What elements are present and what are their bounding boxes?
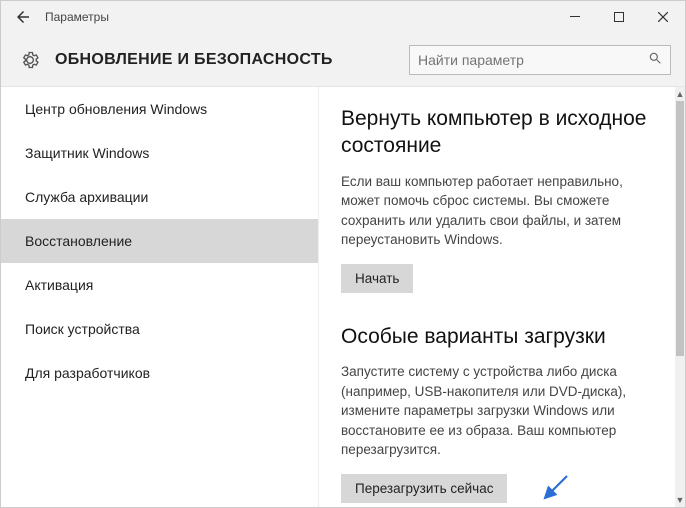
advstartup-heading: Особые варианты загрузки [341, 323, 653, 350]
close-icon [658, 12, 668, 22]
vertical-scrollbar[interactable]: ▲ ▼ [675, 87, 685, 507]
sidebar-item-backup[interactable]: Служба архивации [1, 175, 318, 219]
section-reset-pc: Вернуть компьютер в исходное состояние Е… [341, 105, 653, 293]
sidebar-item-label: Восстановление [25, 233, 132, 249]
sidebar-item-find-device[interactable]: Поиск устройства [1, 307, 318, 351]
close-button[interactable] [641, 1, 685, 33]
window-controls [553, 1, 685, 33]
search-icon [648, 51, 662, 68]
sidebar-item-windows-update[interactable]: Центр обновления Windows [1, 87, 318, 131]
scroll-track[interactable] [675, 101, 685, 493]
restart-now-button[interactable]: Перезагрузить сейчас [341, 474, 507, 503]
titlebar: Параметры [1, 1, 685, 33]
minimize-icon [570, 12, 580, 22]
scroll-thumb[interactable] [676, 101, 684, 356]
window-title: Параметры [45, 10, 109, 24]
sidebar-item-defender[interactable]: Защитник Windows [1, 131, 318, 175]
sidebar-item-label: Служба архивации [25, 189, 148, 205]
annotation-arrow-icon [539, 474, 569, 504]
sidebar-item-developers[interactable]: Для разработчиков [1, 351, 318, 395]
sidebar-item-label: Активация [25, 277, 93, 293]
reset-description: Если ваш компьютер работает неправильно,… [341, 172, 653, 250]
sidebar: Центр обновления Windows Защитник Window… [1, 87, 319, 507]
content-area: Вернуть компьютер в исходное состояние Е… [319, 87, 675, 507]
gear-icon [19, 49, 41, 71]
search-box[interactable] [409, 45, 671, 75]
sidebar-item-label: Защитник Windows [25, 145, 149, 161]
maximize-button[interactable] [597, 1, 641, 33]
back-button[interactable] [1, 1, 45, 33]
arrow-left-icon [14, 8, 32, 26]
sidebar-item-label: Центр обновления Windows [25, 101, 207, 117]
sidebar-item-label: Поиск устройства [25, 321, 140, 337]
sidebar-item-activation[interactable]: Активация [1, 263, 318, 307]
page-title: ОБНОВЛЕНИЕ И БЕЗОПАСНОСТЬ [55, 51, 409, 69]
advstartup-description: Запустите систему с устройства либо диск… [341, 362, 653, 460]
scroll-down-button[interactable]: ▼ [675, 493, 685, 507]
minimize-button[interactable] [553, 1, 597, 33]
reset-heading: Вернуть компьютер в исходное состояние [341, 105, 653, 160]
sidebar-item-recovery[interactable]: Восстановление [1, 219, 318, 263]
section-advanced-startup: Особые варианты загрузки Запустите систе… [341, 323, 653, 503]
body: Центр обновления Windows Защитник Window… [1, 87, 685, 507]
maximize-icon [614, 12, 624, 22]
page-header: ОБНОВЛЕНИЕ И БЕЗОПАСНОСТЬ [1, 33, 685, 87]
search-input[interactable] [418, 52, 648, 68]
sidebar-item-label: Для разработчиков [25, 365, 150, 381]
reset-start-button[interactable]: Начать [341, 264, 413, 293]
scroll-up-button[interactable]: ▲ [675, 87, 685, 101]
